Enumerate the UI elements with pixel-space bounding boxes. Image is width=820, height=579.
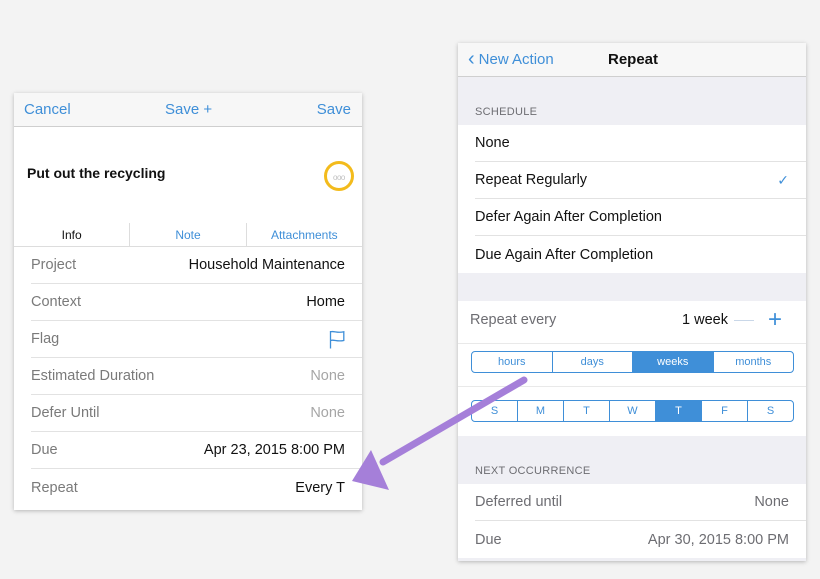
weekday-segmented-control: S M T W T F S — [471, 400, 794, 422]
divider — [458, 343, 806, 344]
unit-weeks[interactable]: weeks — [632, 352, 713, 372]
info-rows: Project Household Maintenance Context Ho… — [14, 247, 362, 506]
editor-tabs: Info Note Attachments — [14, 223, 362, 247]
row-context[interactable]: Context Home — [31, 284, 362, 321]
divider — [458, 386, 806, 387]
row-estimated-duration[interactable]: Estimated Duration None — [31, 358, 362, 395]
tab-attachments[interactable]: Attachments — [245, 223, 362, 246]
unit-months[interactable]: months — [712, 352, 794, 372]
weekday-tuesday[interactable]: T — [563, 401, 609, 421]
next-occurrence-group: Deferred until None Due Apr 30, 2015 8:0… — [458, 484, 806, 558]
cancel-button[interactable]: Cancel — [24, 101, 71, 118]
row-value: None — [310, 405, 345, 421]
repeat-every-label: Repeat every — [470, 311, 557, 328]
option-label: Defer Again After Completion — [475, 209, 662, 225]
row-label: Due — [31, 442, 58, 458]
schedule-section-header: SCHEDULE — [475, 106, 538, 118]
unit-hours[interactable]: hours — [472, 352, 552, 372]
option-label: Due Again After Completion — [475, 246, 654, 263]
schedule-option-repeat-regularly[interactable]: Repeat Regularly ✓ — [475, 162, 806, 199]
row-value: Household Maintenance — [188, 257, 345, 273]
row-label: Repeat — [31, 479, 78, 496]
row-value: Every T — [295, 479, 345, 496]
action-editor-panel: Cancel Save + Save Put out the recycling… — [14, 93, 362, 510]
schedule-option-due-again[interactable]: Due Again After Completion — [475, 236, 806, 273]
row-label: Estimated Duration — [31, 368, 155, 384]
row-repeat[interactable]: Repeat Every T — [31, 469, 362, 506]
repeat-panel: ‹ New Action Repeat SCHEDULE None Repeat… — [458, 43, 806, 561]
row-label: Project — [31, 257, 77, 273]
back-label: New Action — [478, 51, 554, 68]
row-label: Deferred until — [475, 494, 563, 510]
row-deferred-until[interactable]: Deferred until None — [475, 484, 806, 521]
editor-nav-bar: Cancel Save + Save — [14, 93, 362, 127]
row-label: Defer Until — [31, 405, 100, 421]
flag-icon[interactable] — [329, 330, 345, 349]
action-title[interactable]: Put out the recycling — [27, 165, 165, 181]
repeat-nav-bar: ‹ New Action Repeat — [458, 43, 806, 77]
row-label: Context — [31, 294, 81, 310]
plus-icon[interactable]: + — [768, 308, 782, 332]
row-value: Apr 23, 2015 8:00 PM — [203, 442, 345, 458]
status-dots-icon: ooo — [333, 173, 345, 182]
schedule-options: None Repeat Regularly ✓ Defer Again Afte… — [458, 125, 806, 273]
repeat-every-value: 1 week — [682, 311, 728, 328]
checkmark-icon: ✓ — [777, 171, 789, 188]
weekday-sunday[interactable]: S — [472, 401, 517, 421]
row-defer-until[interactable]: Defer Until None — [31, 395, 362, 432]
status-circle-button[interactable]: ooo — [324, 161, 354, 191]
row-label: Due — [475, 531, 502, 548]
row-label: Flag — [31, 331, 60, 347]
unit-days[interactable]: days — [551, 352, 633, 372]
back-button[interactable]: ‹ New Action — [468, 48, 554, 70]
weekday-friday[interactable]: F — [701, 401, 747, 421]
row-value: Apr 30, 2015 8:00 PM — [647, 531, 789, 548]
schedule-option-none[interactable]: None — [475, 125, 806, 162]
save-plus-button[interactable]: Save + — [165, 101, 212, 118]
row-project[interactable]: Project Household Maintenance — [31, 247, 362, 284]
repeat-interval-group: Repeat every 1 week + hours days weeks m… — [458, 301, 806, 436]
weekday-saturday[interactable]: S — [747, 401, 793, 421]
row-due[interactable]: Due Apr 23, 2015 8:00 PM — [31, 432, 362, 469]
option-label: Repeat Regularly — [475, 172, 588, 188]
save-button[interactable]: Save — [317, 101, 351, 118]
weekday-wednesday[interactable]: W — [609, 401, 655, 421]
tab-note[interactable]: Note — [129, 223, 245, 246]
tab-info[interactable]: Info — [14, 223, 129, 246]
weekday-thursday[interactable]: T — [655, 401, 701, 421]
minus-icon[interactable] — [734, 319, 754, 321]
page-title: Repeat — [608, 51, 659, 68]
row-value: Home — [306, 294, 345, 310]
repeat-every-row: Repeat every 1 week + — [458, 301, 806, 338]
schedule-option-defer-again[interactable]: Defer Again After Completion — [475, 199, 806, 236]
weekday-monday[interactable]: M — [517, 401, 563, 421]
row-value: None — [310, 368, 345, 384]
next-occurrence-header: NEXT OCCURRENCE — [475, 465, 591, 477]
unit-segmented-control: hours days weeks months — [471, 351, 794, 373]
option-label: None — [475, 135, 510, 151]
row-flag[interactable]: Flag — [31, 321, 362, 358]
row-next-due[interactable]: Due Apr 30, 2015 8:00 PM — [475, 521, 806, 558]
row-value: None — [754, 494, 789, 510]
chevron-left-icon: ‹ — [468, 48, 475, 70]
interval-stepper[interactable]: + — [734, 308, 782, 332]
